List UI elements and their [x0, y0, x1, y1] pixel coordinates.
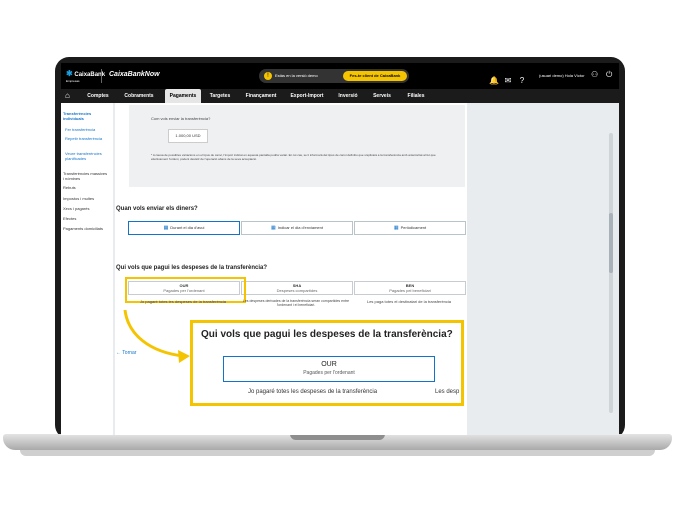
- callout-arrow: [123, 309, 190, 363]
- zoom-fee-option-our[interactable]: OUR Pagades per l'ordenant: [223, 356, 435, 382]
- arrow-line: [123, 309, 184, 358]
- zoom-desc-cut: Les desp: [435, 389, 460, 395]
- zoom-title: Qui vols que pagui les despeses de la tr…: [201, 329, 453, 340]
- zoom-desc: Jo pagaré totes les despeses de la trans…: [248, 389, 378, 395]
- zoom-callout: Qui vols que pagui les despeses de la tr…: [190, 320, 464, 406]
- zoom-option-title: OUR: [321, 361, 337, 368]
- arrow-head: [178, 350, 190, 363]
- zoom-option-subtitle: Pagades per l'ordenant: [303, 370, 355, 376]
